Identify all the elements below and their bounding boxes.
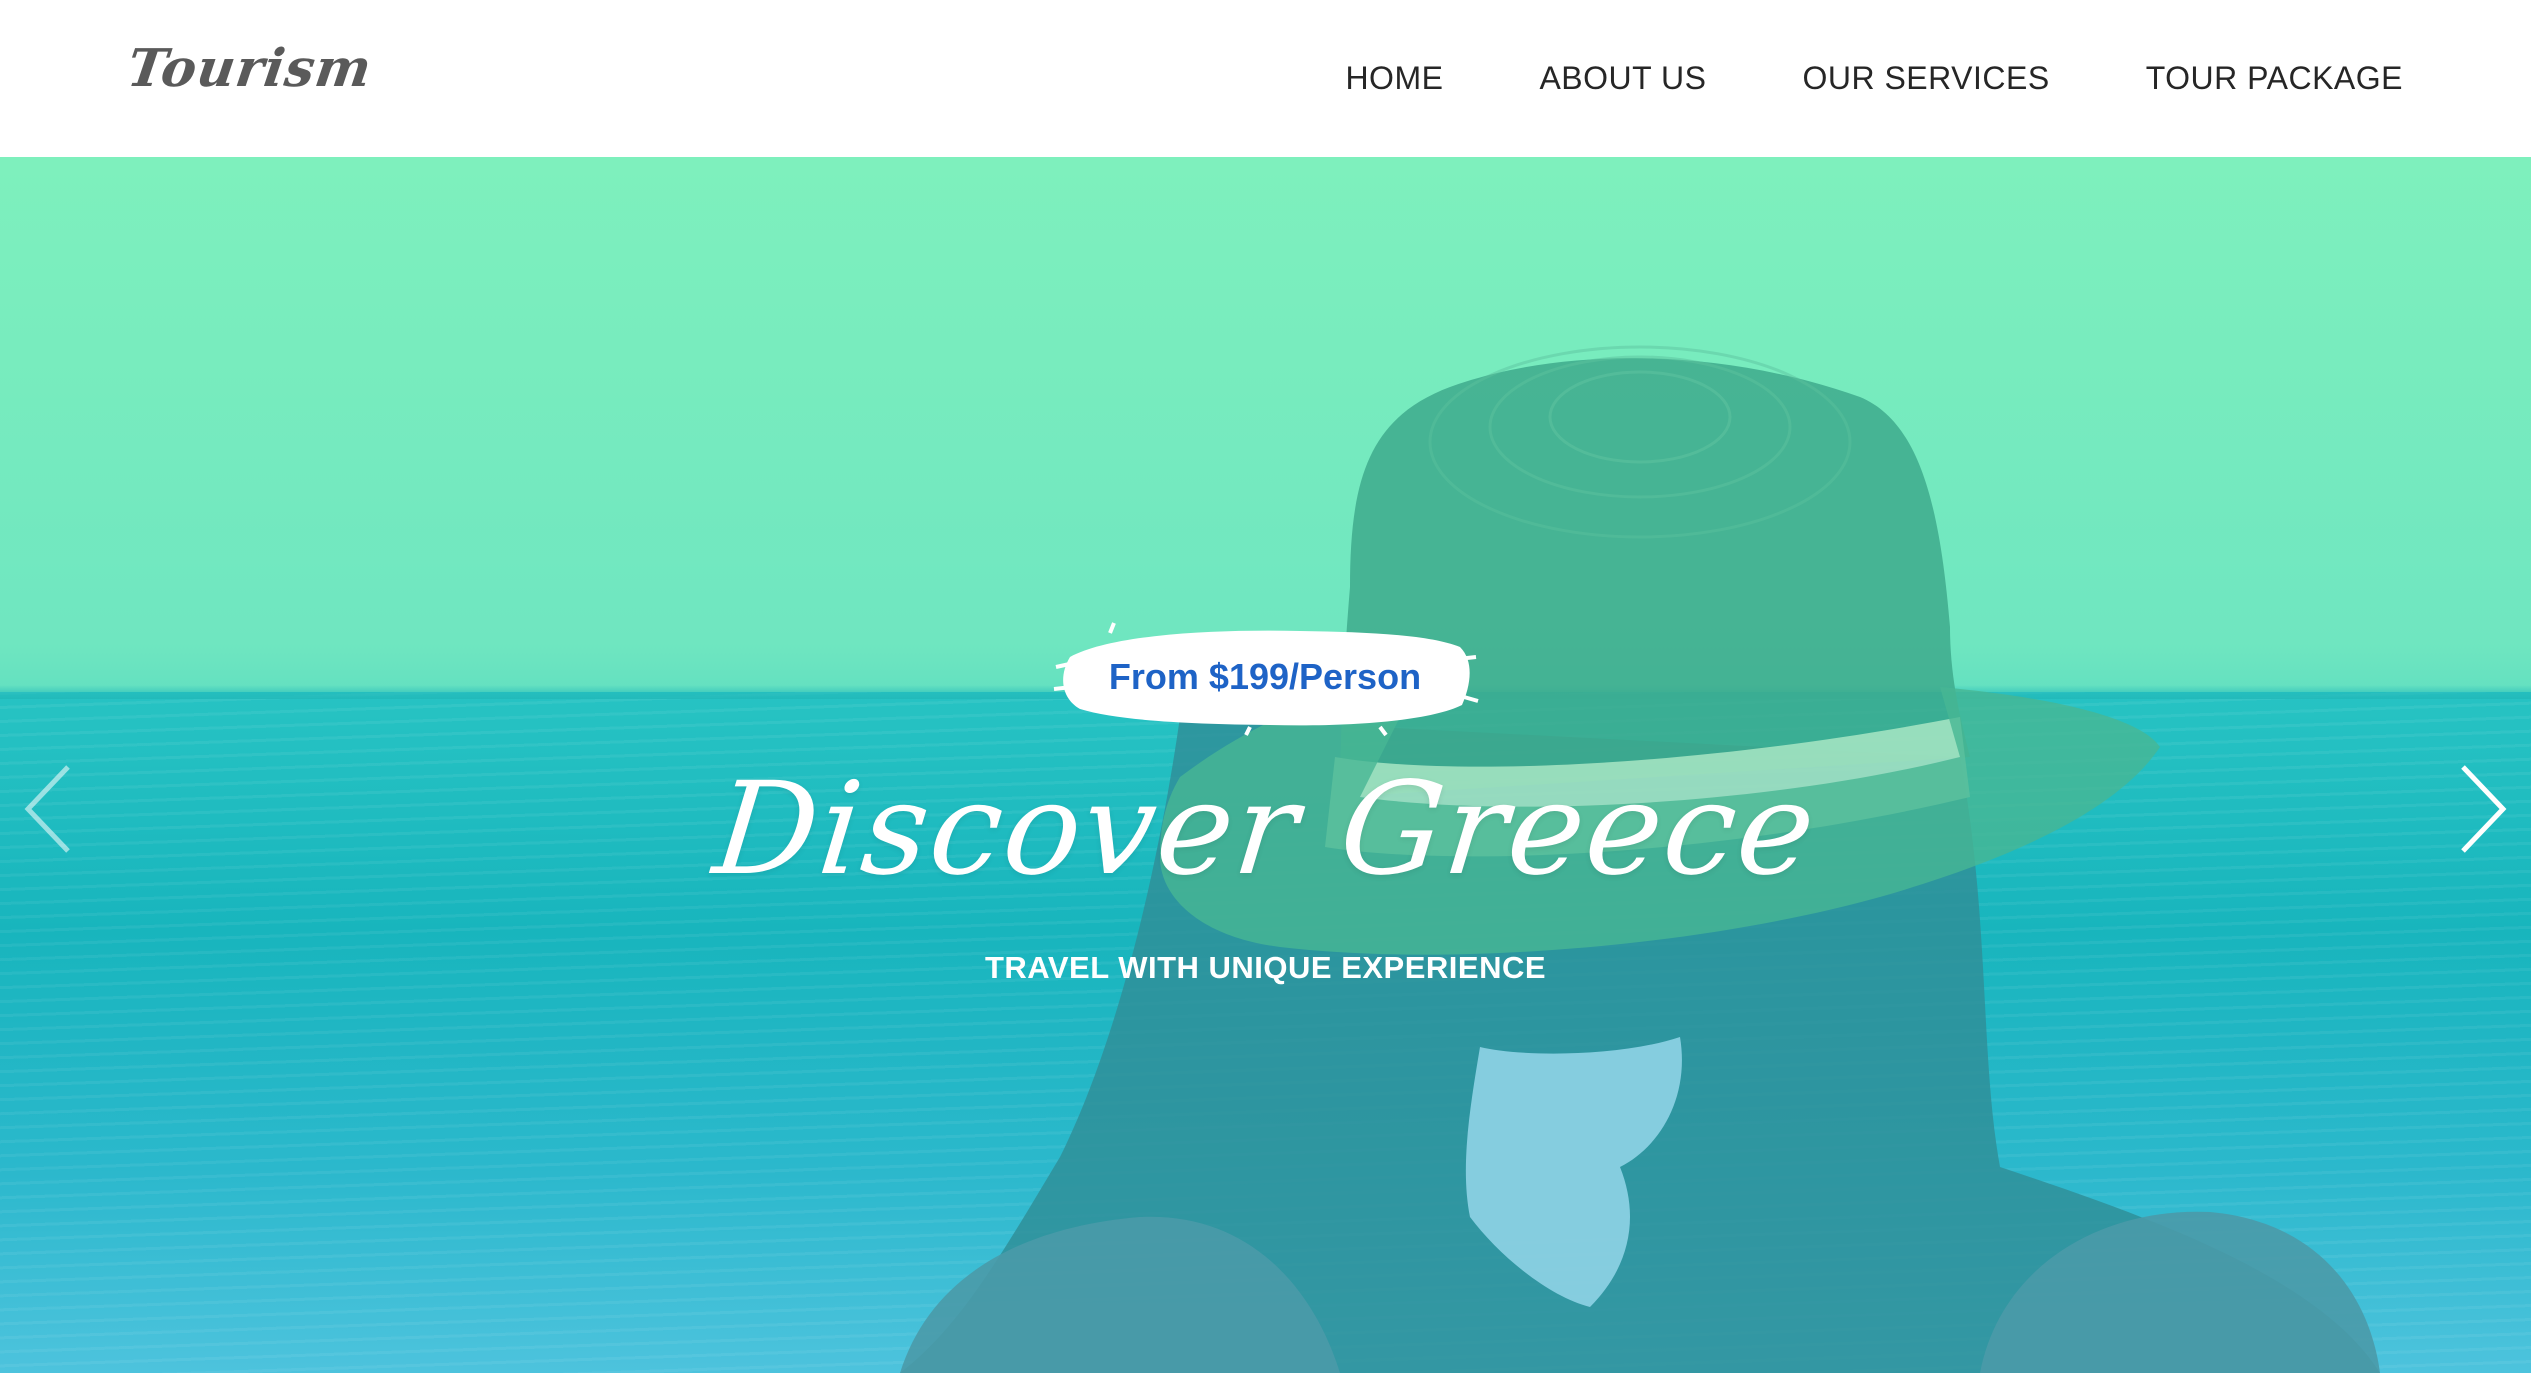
- price-badge: From $199/Person: [1050, 617, 1480, 737]
- main-nav: HOME ABOUT US OUR SERVICES TOUR PACKAGE: [1345, 0, 2403, 157]
- site-logo[interactable]: Tourism: [124, 38, 376, 99]
- nav-item-our-services[interactable]: OUR SERVICES: [1802, 60, 2049, 97]
- nav-item-tour-package[interactable]: TOUR PACKAGE: [2146, 60, 2403, 97]
- nav-item-about-us[interactable]: ABOUT US: [1539, 60, 1706, 97]
- hero-subtitle: TRAVEL WITH UNIQUE EXPERIENCE: [984, 950, 1547, 985]
- nav-item-home[interactable]: HOME: [1345, 60, 1443, 97]
- hero-slider: From $199/Person Discover Greece TRAVEL …: [0, 157, 2531, 1373]
- site-header: Tourism HOME ABOUT US OUR SERVICES TOUR …: [0, 0, 2531, 157]
- price-label: From $199/Person: [1108, 656, 1422, 697]
- hero-title: Discover Greece: [707, 755, 1824, 904]
